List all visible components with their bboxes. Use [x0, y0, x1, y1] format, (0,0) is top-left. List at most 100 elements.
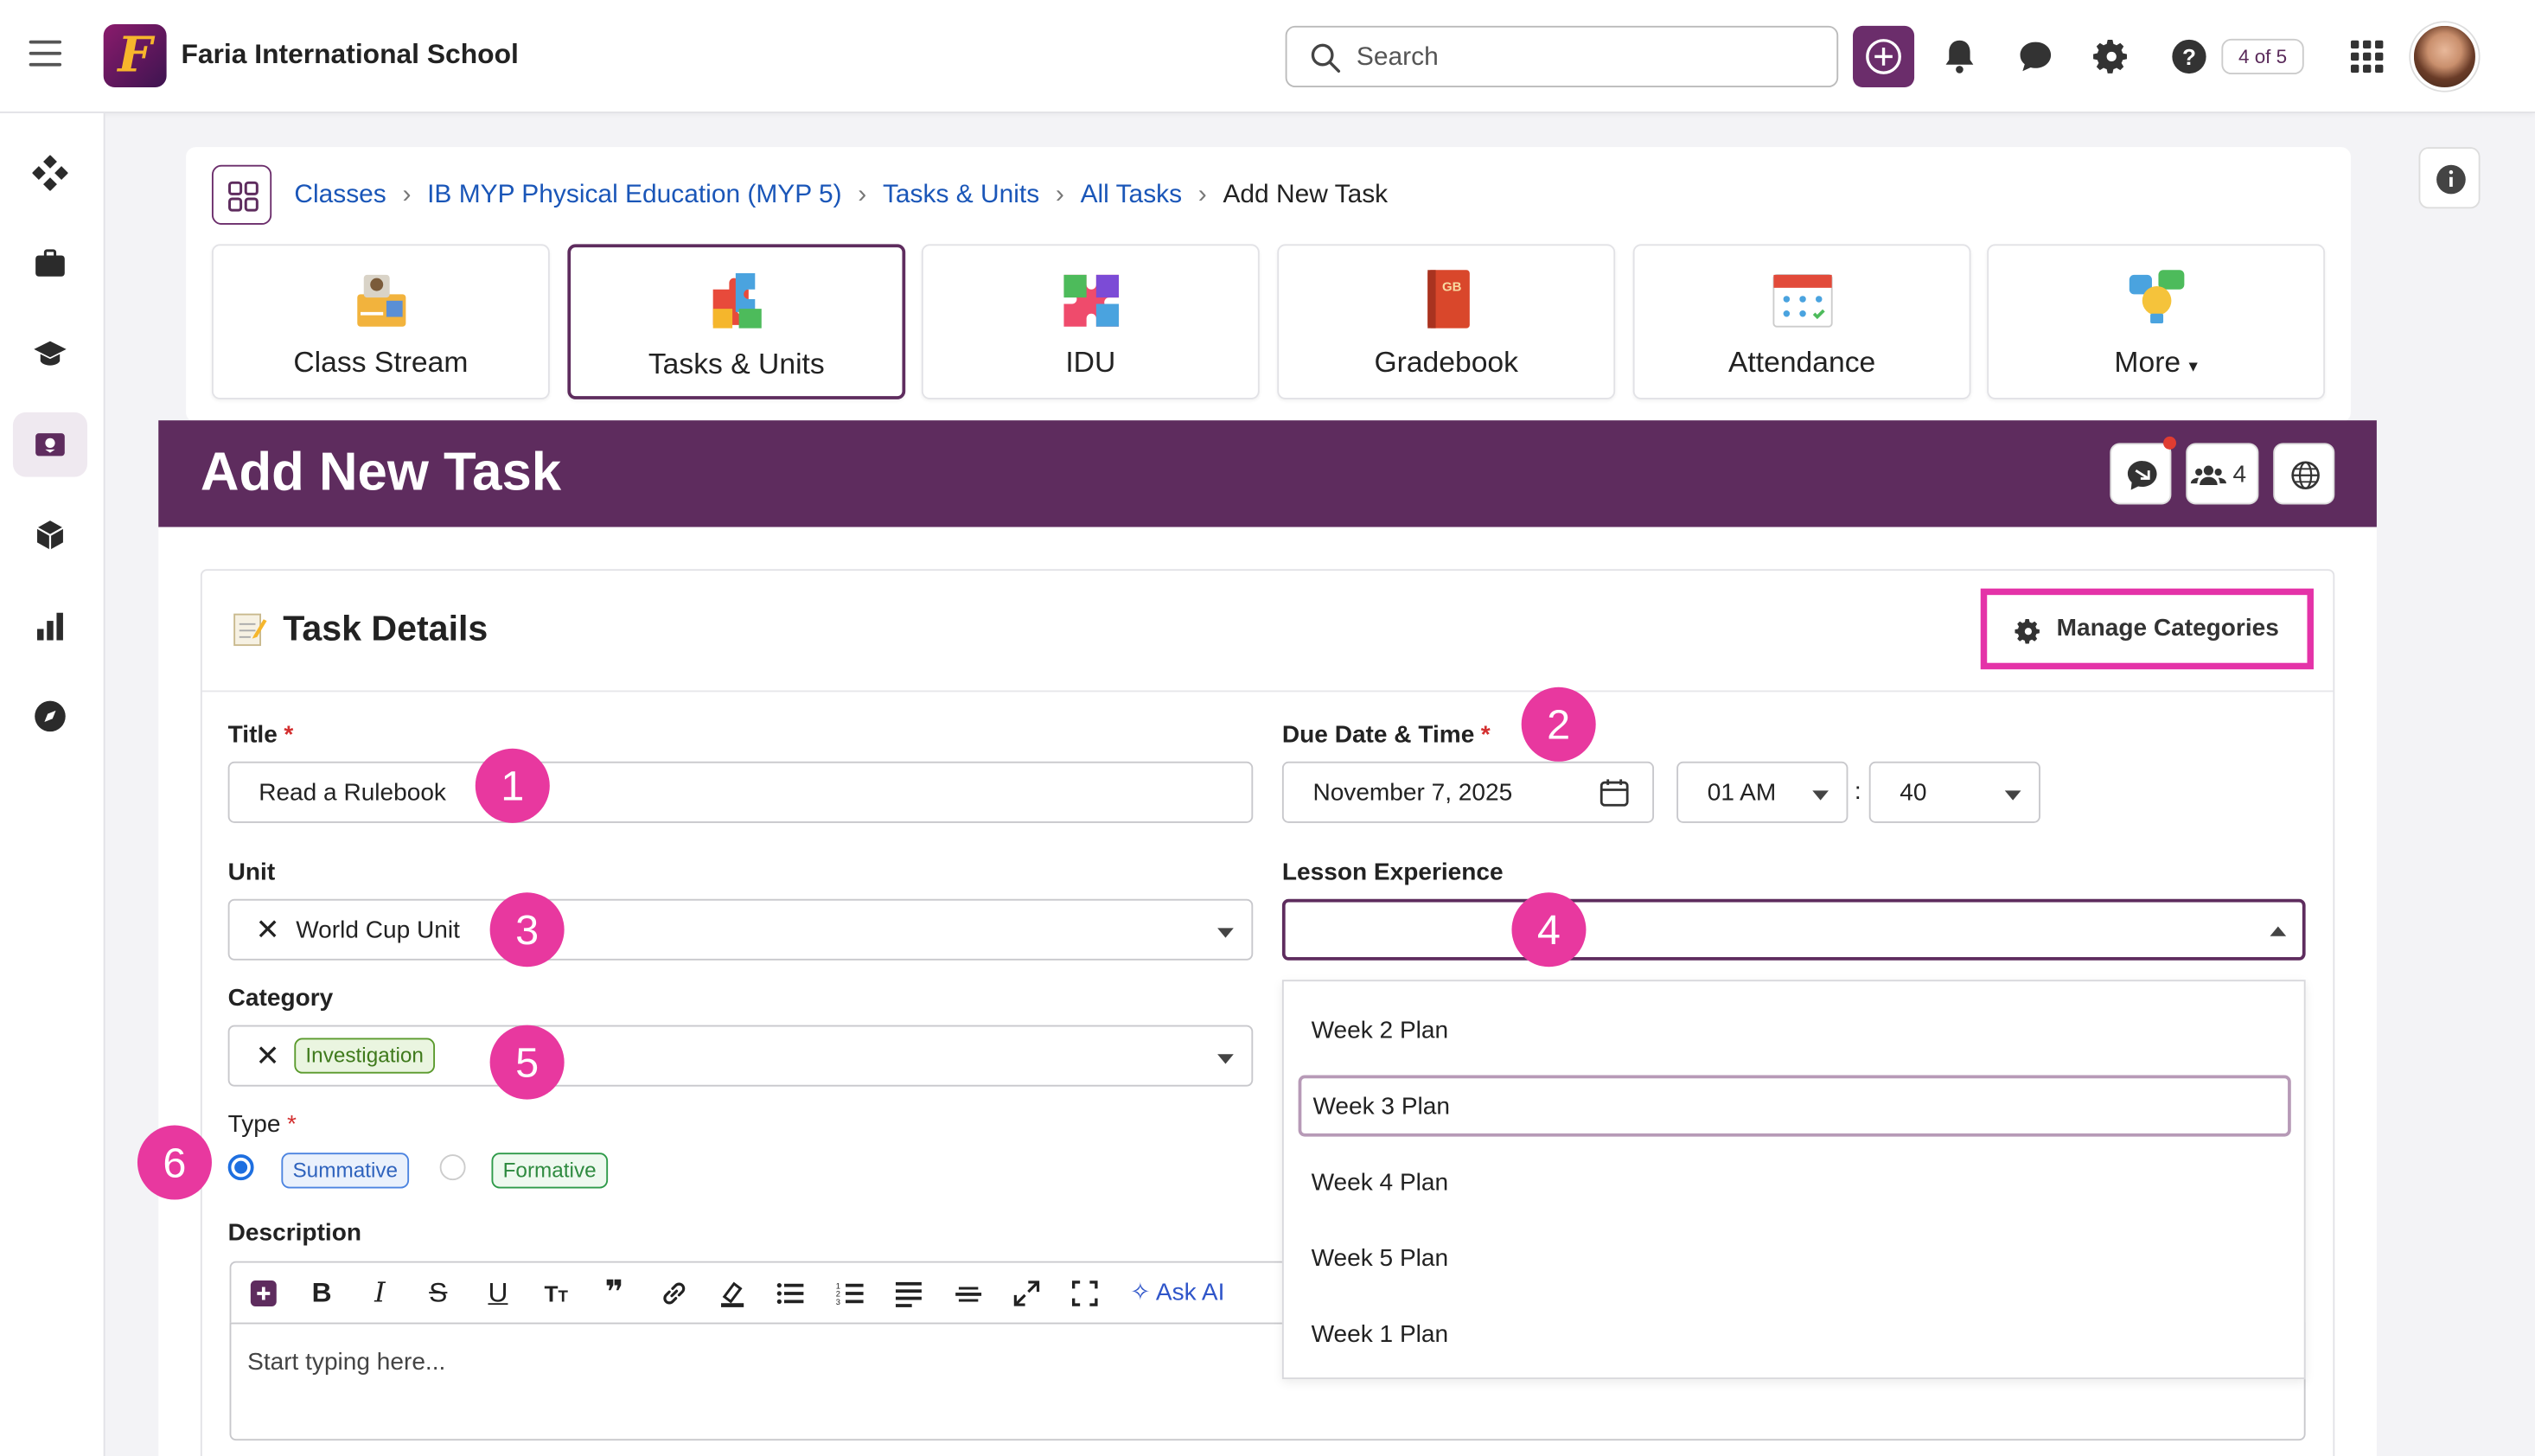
students-button[interactable]: 4 — [2186, 443, 2259, 505]
title-input[interactable]: Read a Rulebook — [227, 761, 1254, 823]
tile-attendance[interactable]: Attendance — [1632, 244, 1971, 399]
tile-tasks-units[interactable]: Tasks & Units — [567, 244, 906, 399]
progress-counter[interactable]: 4 of 5 — [2221, 38, 2304, 75]
summative-chip[interactable]: Summative — [281, 1153, 410, 1189]
compass-icon — [35, 700, 66, 732]
fullscreen-icon[interactable] — [1069, 1277, 1101, 1309]
svg-text:?: ? — [2182, 44, 2196, 70]
graduation-cap-icon — [34, 341, 67, 366]
chevron-right-icon: › — [1197, 181, 1207, 209]
tile-class-stream[interactable]: Class Stream — [211, 244, 550, 399]
category-select[interactable]: ✕ Investigation — [227, 1025, 1254, 1087]
dropdown-option[interactable]: Week 2 Plan — [1284, 999, 2308, 1061]
tile-gradebook[interactable]: GB Gradebook — [1277, 244, 1616, 399]
bullet-list-icon[interactable] — [775, 1277, 807, 1309]
annotation-badge-6: 6 — [137, 1125, 212, 1200]
search-placeholder: Search — [1356, 43, 1439, 72]
hour-select[interactable]: 01 AM — [1676, 761, 1849, 823]
bold-icon[interactable]: B — [305, 1277, 337, 1309]
clear-icon[interactable]: ✕ — [255, 914, 279, 948]
tile-label: Tasks & Units — [648, 348, 825, 380]
sidebar-item-portfolio[interactable] — [13, 231, 87, 296]
tile-label: More ▾ — [1989, 346, 2323, 380]
user-avatar[interactable] — [2410, 22, 2479, 91]
type-summative-radio[interactable] — [227, 1154, 254, 1181]
minute-value: 40 — [1900, 779, 1927, 808]
create-button[interactable] — [1853, 25, 1915, 87]
more-icon — [2128, 270, 2184, 323]
numbered-list-icon[interactable]: 123 — [834, 1277, 866, 1309]
language-button[interactable] — [2273, 443, 2335, 505]
expand-arrows-icon[interactable] — [1011, 1277, 1043, 1309]
chat-icon[interactable] — [2015, 35, 2057, 78]
search-input[interactable]: Search — [1285, 25, 1839, 87]
class-stream-icon — [356, 274, 405, 327]
formative-chip[interactable]: Formative — [491, 1153, 608, 1189]
sidebar-item-explore[interactable] — [13, 684, 87, 749]
tile-label: Attendance — [1727, 346, 1876, 379]
tile-label: IDU — [1065, 346, 1116, 379]
highlight-icon[interactable] — [716, 1277, 748, 1309]
dropdown-option[interactable]: Week 5 Plan — [1284, 1227, 2308, 1288]
category-chip: Investigation — [294, 1038, 436, 1074]
lesson-experience-label: Lesson Experience — [1281, 858, 1504, 886]
sidebar-item-resources[interactable] — [13, 503, 87, 568]
breadcrumb-all-tasks[interactable]: All Tasks — [1081, 181, 1183, 208]
quote-icon[interactable]: ❞ — [598, 1277, 630, 1309]
comment-icon — [2127, 460, 2157, 490]
caret-up-icon — [2270, 926, 2287, 936]
svg-text:GB: GB — [1441, 280, 1461, 295]
breadcrumb-course[interactable]: IB MYP Physical Education (MYP 5) — [427, 181, 841, 208]
breadcrumb-classes[interactable]: Classes — [294, 181, 386, 208]
link-icon[interactable] — [658, 1277, 690, 1309]
underline-icon[interactable]: U — [482, 1277, 514, 1309]
apps-grid-icon[interactable] — [2346, 35, 2388, 78]
text-size-icon[interactable]: TT — [540, 1277, 572, 1309]
tile-label: Class Stream — [293, 346, 469, 379]
due-date-input[interactable]: November 7, 2025 — [1281, 761, 1655, 823]
gradebook-icon: GB — [1427, 270, 1469, 329]
breadcrumb-tasks-units[interactable]: Tasks & Units — [883, 181, 1039, 208]
caret-down-icon — [2004, 790, 2021, 801]
tile-idu[interactable]: IDU — [921, 244, 1260, 399]
clear-icon[interactable]: ✕ — [255, 1039, 279, 1073]
dropdown-option-highlighted[interactable]: Week 3 Plan — [1298, 1075, 2291, 1137]
tile-label: Gradebook — [1374, 346, 1518, 379]
type-label: Type * — [227, 1110, 297, 1139]
ask-ai-button[interactable]: ✧ Ask AI — [1130, 1277, 1224, 1306]
briefcase-icon — [35, 249, 65, 277]
manage-categories-button[interactable]: Manage Categories — [1980, 588, 2314, 670]
insert-plus-icon[interactable] — [247, 1277, 279, 1309]
sidebar-item-dashboard[interactable] — [13, 141, 87, 206]
dropdown-option[interactable]: Week 1 Plan — [1284, 1303, 2308, 1364]
align-icon[interactable] — [892, 1277, 924, 1309]
sidebar-item-academics[interactable] — [13, 322, 87, 386]
sidebar-item-reports[interactable] — [13, 593, 87, 658]
unit-select[interactable]: ✕ World Cup Unit — [227, 898, 1254, 961]
tile-more[interactable]: More ▾ — [1987, 244, 2326, 399]
attendance-calendar-icon — [1772, 273, 1832, 328]
dropdown-option[interactable]: Week 4 Plan — [1284, 1151, 2308, 1212]
caret-down-icon — [1217, 928, 1234, 938]
italic-icon[interactable]: I — [364, 1277, 396, 1309]
editor-placeholder: Start typing here... — [247, 1348, 446, 1376]
section-title: Task Details — [283, 608, 488, 648]
strikethrough-icon[interactable]: S — [422, 1277, 454, 1309]
lesson-experience-select[interactable] — [1281, 898, 2306, 961]
annotation-badge-4: 4 — [1511, 892, 1587, 967]
comments-button[interactable] — [2110, 443, 2172, 505]
chevron-right-icon: › — [858, 181, 867, 209]
help-icon[interactable]: ? — [2168, 35, 2211, 78]
bell-icon[interactable] — [1938, 35, 1981, 78]
students-count: 4 — [2232, 460, 2247, 489]
sidebar-item-classes[interactable] — [12, 412, 87, 477]
school-logo[interactable]: F — [103, 24, 167, 87]
menu-icon[interactable] — [29, 40, 62, 67]
minute-select[interactable]: 40 — [1868, 761, 2040, 823]
gear-icon[interactable] — [2091, 35, 2133, 78]
class-menu-button[interactable] — [211, 164, 272, 225]
bar-chart-icon — [37, 612, 63, 641]
info-button[interactable] — [2418, 147, 2481, 209]
type-formative-radio[interactable] — [439, 1154, 466, 1181]
horizontal-rule-icon[interactable] — [952, 1277, 984, 1309]
